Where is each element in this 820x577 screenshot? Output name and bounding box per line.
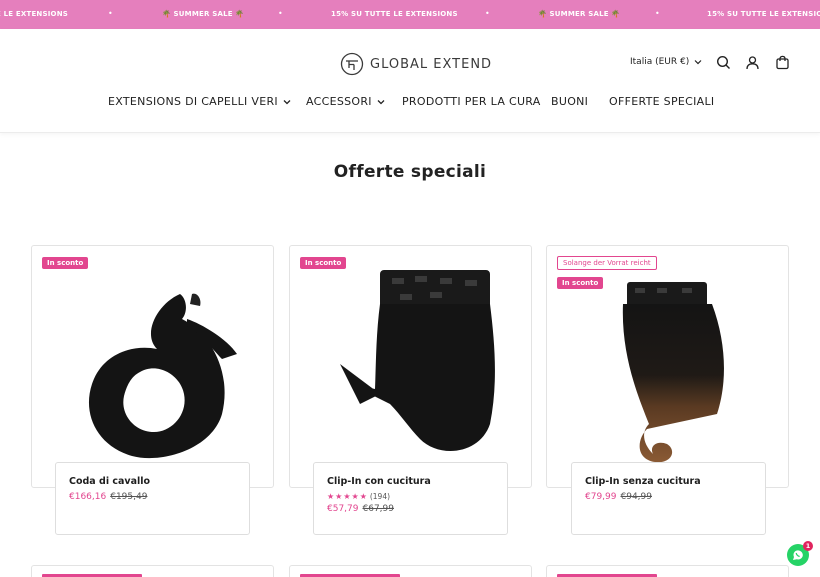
nav-item-label: PRODOTTI PER LA CURA bbox=[402, 95, 541, 108]
nav-item-label: BUONI bbox=[551, 95, 589, 108]
site-logo[interactable]: GLOBAL EXTEND bbox=[340, 52, 492, 76]
announcement-item: 15% SU TUTTE LE EXTENSIONS bbox=[707, 10, 820, 18]
product-image[interactable] bbox=[320, 264, 500, 464]
nav-item-label: ACCESSORI bbox=[306, 95, 372, 108]
product-name[interactable]: Coda di cavallo bbox=[69, 476, 236, 487]
product-image[interactable] bbox=[577, 264, 757, 464]
original-price: €195,49 bbox=[110, 492, 148, 502]
nav-item-label: EXTENSIONS DI CAPELLI VERI bbox=[108, 95, 278, 108]
announcement-item: 🌴 SUMMER SALE 🌴 bbox=[538, 10, 621, 18]
product-prices: €57,79 €67,99 bbox=[327, 504, 494, 514]
product-name[interactable]: Clip-In con cucitura bbox=[327, 476, 494, 487]
announcement-separator: • bbox=[278, 9, 283, 18]
announcement-separator: • bbox=[655, 9, 660, 18]
sale-price: €79,99 bbox=[585, 492, 617, 502]
product-info-card[interactable]: Clip-In senza cucitura €79,99 €94,99 bbox=[571, 462, 766, 535]
announcement-item: E LE EXTENSIONS bbox=[0, 10, 68, 18]
sale-price: €166,16 bbox=[69, 492, 107, 502]
nav-item-buoni[interactable]: BUONI bbox=[551, 95, 588, 108]
chevron-down-icon bbox=[694, 60, 702, 65]
original-price: €94,99 bbox=[620, 492, 653, 502]
product-card[interactable] bbox=[289, 565, 532, 577]
product-rating: ★★★★★ (194) bbox=[327, 492, 494, 501]
country-selector[interactable]: Italia (EUR €) bbox=[630, 57, 702, 67]
announcement-separator: • bbox=[108, 9, 113, 18]
nav-item-extensions[interactable]: EXTENSIONS DI CAPELLI VERI bbox=[108, 95, 291, 108]
nav-item-offerte[interactable]: OFFERTE SPECIALI bbox=[609, 95, 714, 108]
announcement-bar: E LE EXTENSIONS • 🌴 SUMMER SALE 🌴 • 15% … bbox=[0, 0, 820, 29]
announcement-item: 🌴 SUMMER SALE 🌴 bbox=[162, 10, 245, 18]
logo-mark-icon bbox=[340, 52, 364, 76]
page-title: Offerte speciali bbox=[333, 162, 487, 182]
notification-badge: 1 bbox=[803, 541, 813, 551]
product-prices: €166,16 €195,49 bbox=[69, 492, 236, 502]
account-icon[interactable] bbox=[745, 55, 760, 70]
product-image[interactable] bbox=[62, 264, 242, 464]
product-card[interactable]: Solange der Vorrat reicht In sconto bbox=[546, 245, 789, 488]
cart-icon[interactable] bbox=[775, 55, 790, 70]
nav-item-label: OFFERTE SPECIALI bbox=[609, 95, 715, 108]
product-card[interactable] bbox=[546, 565, 789, 577]
site-header: GLOBAL EXTEND Italia (EUR €) EXTENSIONS … bbox=[0, 29, 820, 133]
nav-item-accessori[interactable]: ACCESSORI bbox=[306, 95, 385, 108]
original-price: €67,99 bbox=[362, 504, 395, 514]
product-prices: €79,99 €94,99 bbox=[585, 492, 752, 502]
product-info-card[interactable]: Clip-In con cucitura ★★★★★ (194) €57,79 €6… bbox=[313, 462, 508, 535]
country-selector-label: Italia (EUR €) bbox=[630, 57, 690, 67]
review-count: (194) bbox=[369, 492, 391, 501]
star-rating-icon: ★★★★★ bbox=[327, 492, 368, 501]
product-info-card[interactable]: Coda di cavallo €166,16 €195,49 bbox=[55, 462, 250, 535]
search-icon[interactable] bbox=[716, 55, 731, 70]
logo-text: GLOBAL EXTEND bbox=[370, 56, 493, 72]
chevron-down-icon bbox=[377, 99, 385, 104]
nav-item-prodotti[interactable]: PRODOTTI PER LA CURA bbox=[402, 95, 541, 108]
product-card[interactable] bbox=[31, 565, 274, 577]
chevron-down-icon bbox=[283, 99, 291, 104]
product-card[interactable]: In sconto bbox=[289, 245, 532, 488]
announcement-separator: • bbox=[485, 9, 490, 18]
product-card[interactable]: In sconto bbox=[31, 245, 274, 488]
sale-price: €57,79 bbox=[327, 504, 359, 514]
announcement-item: 15% SU TUTTE LE EXTENSIONS bbox=[331, 10, 458, 18]
main-nav: EXTENSIONS DI CAPELLI VERI ACCESSORI PRO… bbox=[0, 95, 820, 111]
product-name[interactable]: Clip-In senza cucitura bbox=[585, 476, 752, 487]
